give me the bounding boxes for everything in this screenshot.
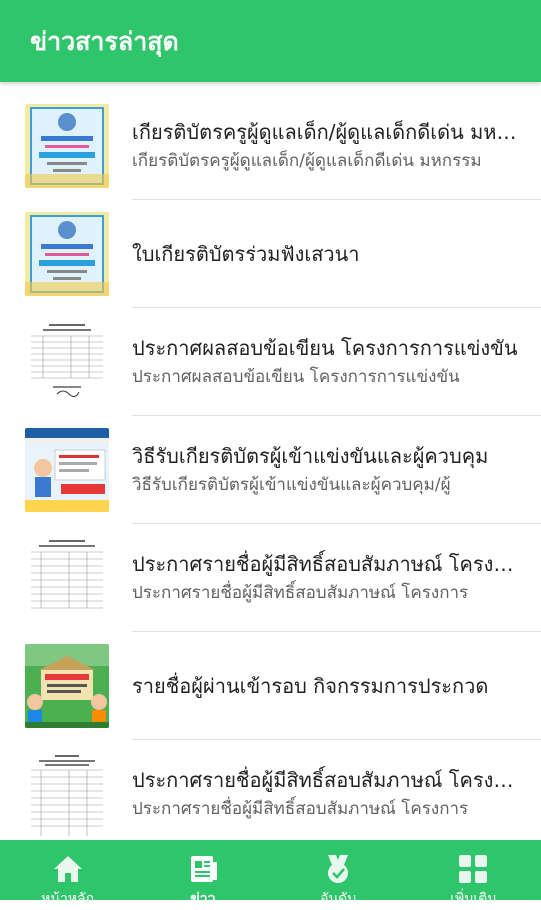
poster-thumbnail	[25, 644, 109, 728]
news-icon	[190, 856, 217, 882]
page-title: ข่าวสารล่าสุด	[30, 27, 179, 56]
nav-item-ranking[interactable]: อันดับ	[271, 840, 406, 907]
news-item[interactable]: ใบเกียรติบัตรร่วมฟังเสวนา	[0, 200, 541, 308]
app-bar: ข่าวสารล่าสุด	[0, 0, 541, 82]
news-title: เกียรติบัตรครูผู้ดูแลเด็ก/ผู้ดูแลเด็กดีเ…	[132, 120, 519, 144]
news-title: รายชื่อผู้ผ่านเข้ารอบ กิจกรรมการประกวด	[132, 674, 489, 698]
news-item[interactable]: ประกาศผลสอบข้อเขียน โครงการการแข่งขัน ปร…	[0, 308, 541, 416]
news-subtitle: ประกาศผลสอบข้อเขียน โครงการการแข่งขัน	[132, 367, 460, 387]
nav-item-home[interactable]: หน้าหลัก	[0, 840, 135, 907]
news-title: ใบเกียรติบัตรร่วมฟังเสวนา	[132, 242, 360, 266]
news-subtitle: วิธีรับเกียรติบัตรผู้เข้าแข่งขันและผู้คว…	[132, 475, 451, 495]
news-title: ประกาศรายชื่อผู้มีสิทธิ์สอบสัมภาษณ์ โครง…	[132, 552, 519, 576]
bottom-navigation: หน้าหลัก ข่าว อันดับ เพิ่มเติม	[0, 840, 541, 907]
certificate-thumbnail	[25, 212, 109, 296]
news-subtitle: เกียรติบัตรครูผู้ดูแลเด็ก/ผู้ดูแลเด็กดีเ…	[132, 151, 482, 171]
nav-label: ข่าว	[190, 891, 216, 907]
website-thumbnail	[25, 428, 109, 512]
home-icon	[53, 856, 82, 882]
news-item[interactable]: ประกาศรายชื่อผู้มีสิทธิ์สอบสัมภาษณ์ โครง…	[0, 524, 541, 632]
document-thumbnail	[25, 320, 109, 404]
news-item[interactable]: เกียรติบัตรครูผู้ดูแลเด็ก/ผู้ดูแลเด็กดีเ…	[0, 92, 541, 200]
news-title: วิธีรับเกียรติบัตรผู้เข้าแข่งขันและผู้คว…	[132, 444, 489, 468]
document-thumbnail	[25, 536, 109, 620]
news-title: ประกาศผลสอบข้อเขียน โครงการการแข่งขัน	[132, 336, 518, 360]
document-thumbnail	[25, 752, 109, 836]
news-item[interactable]: รายชื่อผู้ผ่านเข้ารอบ กิจกรรมการประกวด	[0, 632, 541, 740]
nav-item-more[interactable]: เพิ่มเติม	[406, 840, 541, 907]
nav-label: หน้าหลัก	[41, 891, 95, 907]
news-item[interactable]: วิธีรับเกียรติบัตรผู้เข้าแข่งขันและผู้คว…	[0, 416, 541, 524]
nav-label: อันดับ	[320, 891, 357, 907]
grid-icon	[459, 855, 488, 883]
news-subtitle: ประกาศรายชื่อผู้มีสิทธิ์สอบสัมภาษณ์ โครง…	[132, 799, 469, 819]
news-list[interactable]: เกียรติบัตรครูผู้ดูแลเด็ก/ผู้ดูแลเด็กดีเ…	[0, 92, 541, 840]
medal-icon	[328, 855, 349, 883]
news-title: ประกาศรายชื่อผู้มีสิทธิ์สอบสัมภาษณ์ โครง…	[132, 768, 519, 792]
news-item[interactable]: ประกาศรายชื่อผู้มีสิทธิ์สอบสัมภาษณ์ โครง…	[0, 740, 541, 840]
news-subtitle: ประกาศรายชื่อผู้มีสิทธิ์สอบสัมภาษณ์ โครง…	[132, 583, 469, 603]
nav-label: เพิ่มเติม	[450, 891, 497, 907]
nav-item-news[interactable]: ข่าว	[135, 840, 270, 907]
certificate-thumbnail	[25, 104, 109, 188]
